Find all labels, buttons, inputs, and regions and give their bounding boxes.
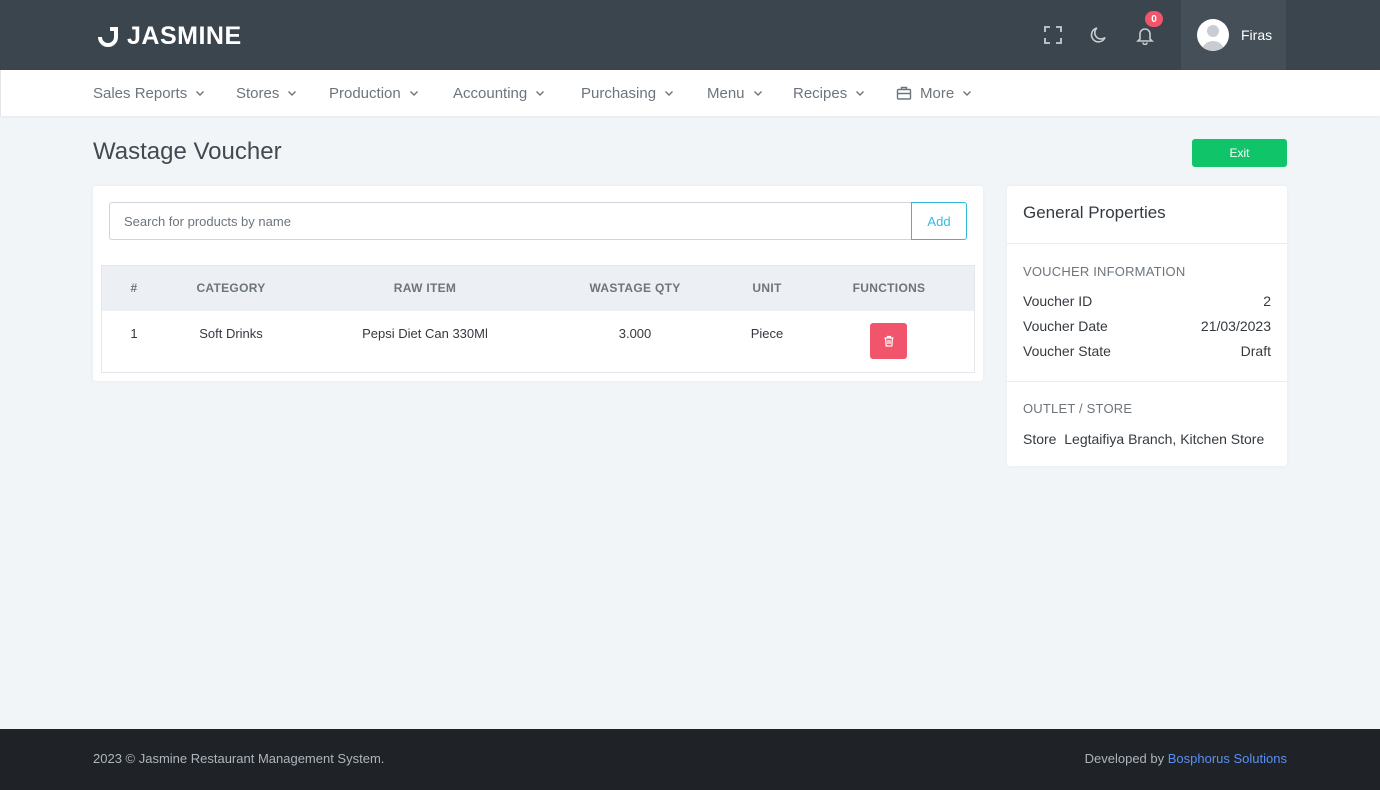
voucher-date-row: Voucher Date 21/03/2023	[1023, 318, 1271, 334]
nav-item-accounting[interactable]: Accounting	[453, 70, 545, 116]
column-header-functions: FUNCTIONS	[852, 281, 926, 295]
card-header: General Properties	[1007, 186, 1287, 244]
nav-item-recipes[interactable]: Recipes	[793, 70, 865, 116]
developed-by-text: Developed by	[1084, 751, 1165, 766]
general-properties-card: General Properties VOUCHER INFORMATION V…	[1007, 186, 1287, 466]
cell-index: 1	[130, 326, 138, 341]
voucher-state-label: Voucher State	[1023, 343, 1111, 359]
footer: 2023 © Jasmine Restaurant Management Sys…	[0, 729, 1380, 790]
chevron-down-icon	[288, 91, 297, 96]
moon-icon[interactable]	[1087, 23, 1111, 47]
logo-icon	[98, 27, 118, 47]
voucher-date-label: Voucher Date	[1023, 318, 1108, 334]
column-header-index: #	[130, 281, 138, 295]
voucher-info-heading: VOUCHER INFORMATION	[1023, 264, 1186, 279]
product-search-input[interactable]	[109, 202, 911, 240]
wastage-items-table: # CATEGORY RAW ITEM WASTAGE QTY UNIT FUN…	[101, 265, 975, 373]
voucher-state-row: Voucher State Draft	[1023, 343, 1271, 359]
nav-item-label: Stores	[236, 84, 280, 102]
voucher-date-value: 21/03/2023	[1200, 318, 1271, 334]
topbar: JASMINE 0 Firas	[0, 0, 1380, 70]
cell-raw-item: Pepsi Diet Can 330Ml	[362, 326, 488, 341]
column-header-raw-item: RAW ITEM	[393, 281, 457, 295]
nav-item-sales-reports[interactable]: Sales Reports	[93, 70, 205, 116]
app-logo[interactable]: JASMINE	[97, 22, 242, 50]
store-value: Legtaifiya Branch, Kitchen Store	[1064, 431, 1265, 447]
fullscreen-icon[interactable]	[1041, 23, 1065, 47]
user-name: Firas	[1241, 27, 1273, 43]
nav-item-label: Menu	[707, 84, 745, 102]
voucher-id-value: 2	[1263, 293, 1271, 309]
voucher-id-row: Voucher ID 2	[1023, 293, 1271, 309]
column-header-wastage-qty: WASTAGE QTY	[589, 281, 681, 295]
product-search-group: Add	[109, 202, 967, 240]
chevron-down-icon	[665, 91, 674, 96]
cell-wastage-qty: 3.000	[618, 326, 652, 341]
user-menu[interactable]: Firas	[1181, 0, 1286, 70]
chevron-down-icon	[963, 91, 972, 96]
cell-category: Soft Drinks	[199, 326, 263, 341]
developer-link[interactable]: Bosphorus Solutions	[1168, 751, 1287, 766]
nav-item-label: Accounting	[453, 84, 528, 102]
voucher-state-value: Draft	[1240, 343, 1271, 359]
chevron-down-icon	[753, 91, 762, 96]
chevron-down-icon	[409, 91, 418, 96]
add-product-button[interactable]: Add	[911, 202, 967, 240]
copyright-text: 2023 © Jasmine Restaurant Management Sys…	[93, 751, 385, 766]
column-header-category: CATEGORY	[196, 281, 266, 295]
card-title: General Properties	[1023, 203, 1166, 222]
column-header-unit: UNIT	[752, 281, 782, 295]
chevron-down-icon	[856, 91, 865, 96]
nav-item-label: Production	[329, 84, 401, 102]
chevron-down-icon	[196, 91, 205, 96]
nav-item-label: More	[920, 84, 955, 102]
nav-item-label: Purchasing	[581, 84, 657, 102]
cell-unit: Piece	[750, 326, 784, 341]
nav-item-label: Sales Reports	[93, 84, 188, 102]
voucher-id-label: Voucher ID	[1023, 293, 1093, 309]
store-row: Store Legtaifiya Branch, Kitchen Store	[1023, 431, 1264, 447]
page-title: Wastage Voucher	[93, 138, 282, 165]
briefcase-icon	[896, 86, 912, 100]
store-label: Store	[1023, 431, 1057, 447]
nav-item-production[interactable]: Production	[329, 70, 419, 116]
nav-item-menu[interactable]: Menu	[707, 70, 763, 116]
delete-row-button[interactable]	[870, 323, 907, 359]
nav-item-more[interactable]: More	[896, 70, 972, 116]
chevron-down-icon	[536, 91, 545, 96]
notification-badge: 0	[1145, 11, 1163, 27]
developer-credit: Developed by Bosphorus Solutions	[1085, 751, 1287, 766]
avatar	[1197, 19, 1229, 51]
nav-item-label: Recipes	[793, 84, 848, 102]
trash-icon	[884, 335, 893, 347]
app-name: JASMINE	[127, 21, 242, 50]
exit-button[interactable]: Exit	[1192, 139, 1287, 167]
nav-item-purchasing[interactable]: Purchasing	[581, 70, 674, 116]
divider	[1007, 381, 1287, 382]
nav-item-stores[interactable]: Stores	[236, 70, 297, 116]
voucher-items-card: Add # CATEGORY RAW ITEM WASTAGE QTY UNIT…	[93, 186, 983, 381]
main-nav: Sales Reports Stores Production Accounti…	[0, 70, 1380, 116]
outlet-store-heading: OUTLET / STORE	[1023, 401, 1133, 416]
